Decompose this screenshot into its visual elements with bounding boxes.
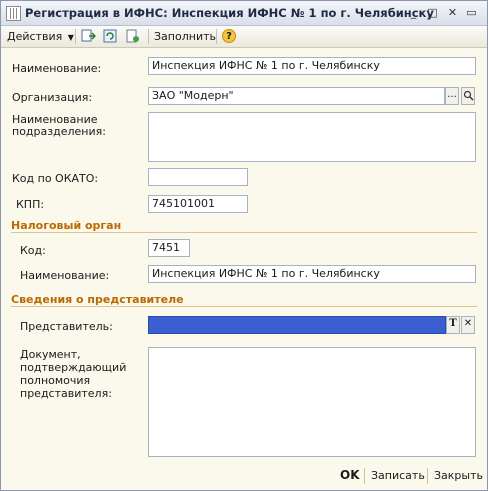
save-to-document-icon[interactable] <box>81 29 97 43</box>
tax-name-label: Наименование: <box>20 269 110 282</box>
new-document-icon[interactable] <box>125 29 140 43</box>
fill-button[interactable]: Заполнить <box>154 28 216 45</box>
organization-label: Организация: <box>12 91 93 104</box>
section-divider <box>11 306 477 307</box>
name-label: Наименование: <box>12 62 102 75</box>
toolbar-separator <box>75 29 76 44</box>
window-title: Регистрация в ИФНС: Инспекция ИФНС № 1 п… <box>25 6 434 20</box>
organization-field[interactable]: ЗАО "Модерн" <box>148 87 445 105</box>
toolbar-separator <box>216 29 217 44</box>
search-icon[interactable] <box>461 87 475 105</box>
document-icon <box>6 6 21 21</box>
document-textarea[interactable] <box>148 347 476 457</box>
section-divider <box>11 232 477 233</box>
select-organization-button[interactable]: ... <box>445 87 459 105</box>
refresh-icon[interactable] <box>103 29 118 43</box>
document-label-line4: представителя: <box>20 387 112 400</box>
toolbar-separator <box>148 29 149 44</box>
clear-icon[interactable]: ✕ <box>461 316 475 334</box>
dropdown-arrow-icon: ▼ <box>67 33 74 42</box>
text-type-icon[interactable]: T <box>446 316 460 334</box>
name-field[interactable]: Инспекция ИФНС № 1 по г. Челябинску <box>148 57 476 75</box>
subdivision-label-line2: подразделения: <box>12 125 106 138</box>
ok-button[interactable]: OK <box>340 468 360 482</box>
actions-label: Действия <box>7 30 63 43</box>
help-icon[interactable]: ? <box>222 29 236 43</box>
representative-label: Представитель: <box>20 320 113 333</box>
document-label-line3: полномочия <box>20 374 91 387</box>
footer-separator <box>427 468 428 484</box>
tax-code-field[interactable]: 7451 <box>148 239 190 257</box>
okato-field[interactable] <box>148 168 248 186</box>
close-button[interactable]: Закрыть <box>434 469 483 482</box>
footer-bar: OK Записать Закрыть <box>1 462 487 490</box>
tax-code-label: Код: <box>20 244 46 257</box>
representative-field[interactable] <box>148 316 446 334</box>
maximize-button[interactable]: □ <box>424 5 441 20</box>
subdivision-textarea[interactable] <box>148 112 476 162</box>
representative-heading: Сведения о представителе <box>11 293 184 306</box>
registration-window: Регистрация в ИФНС: Инспекция ИФНС № 1 п… <box>0 0 488 491</box>
document-label-line1: Документ, <box>20 348 81 361</box>
close-window-button[interactable]: ✕ <box>444 5 461 20</box>
document-label-line2: подтверждающий <box>20 361 127 374</box>
footer-separator <box>364 468 365 484</box>
okato-label: Код по ОКАТО: <box>12 172 99 185</box>
actions-menu-button[interactable]: Действия ▼ <box>7 28 74 45</box>
save-button[interactable]: Записать <box>371 469 425 482</box>
toolbar: Действия ▼ Заполнить ? <box>1 26 487 48</box>
restore-button[interactable]: ▭ <box>463 5 480 20</box>
kpp-label: КПП: <box>16 198 45 211</box>
tax-authority-heading: Налоговый орган <box>11 219 122 232</box>
tax-name-field[interactable]: Инспекция ИФНС № 1 по г. Челябинску <box>148 265 476 283</box>
minimize-button[interactable]: _ <box>405 5 422 20</box>
kpp-field[interactable]: 745101001 <box>148 195 248 213</box>
title-bar: Регистрация в ИФНС: Инспекция ИФНС № 1 п… <box>1 1 487 26</box>
